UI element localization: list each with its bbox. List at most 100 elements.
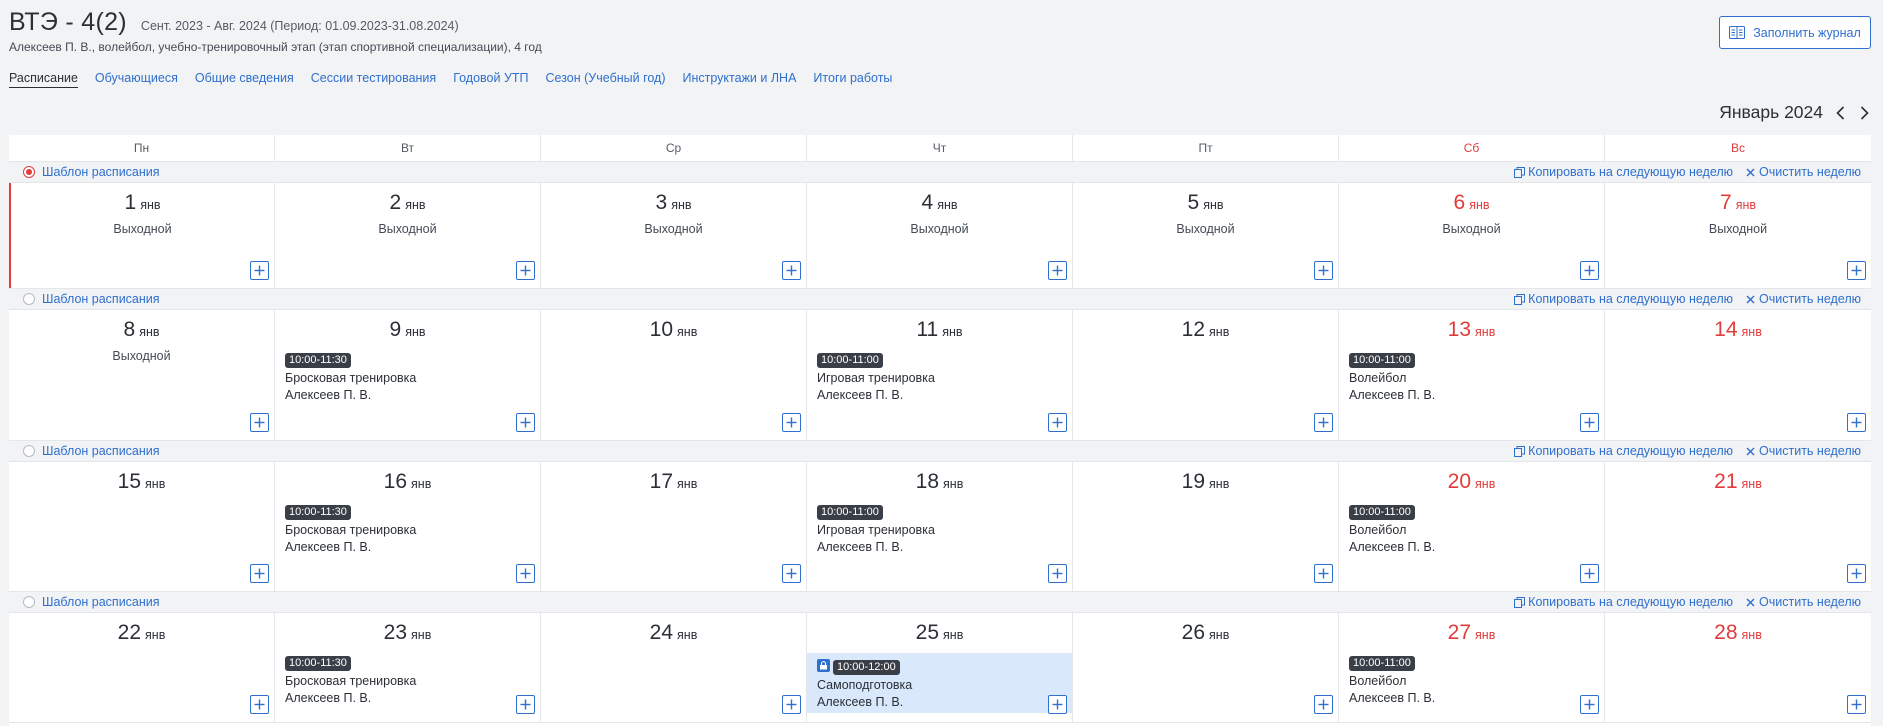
tab-general-info[interactable]: Общие сведения <box>195 71 294 88</box>
tab-results[interactable]: Итоги работы <box>813 71 892 88</box>
add-event-button[interactable] <box>1847 261 1866 280</box>
day-cell[interactable]: 24 янв <box>541 613 807 722</box>
copy-week-button[interactable]: Копировать на следующую неделю <box>1514 292 1733 306</box>
day-cell[interactable]: 13 янв 10:00-11:00 Волейбол Алексеев П. В. <box>1339 310 1605 440</box>
day-cell[interactable]: 21 янв <box>1605 462 1871 591</box>
day-off-label: Выходной <box>1442 222 1501 236</box>
clear-week-button[interactable]: Очистить неделю <box>1745 444 1861 458</box>
clear-week-button[interactable]: Очистить неделю <box>1745 292 1861 306</box>
add-event-button[interactable] <box>1048 695 1067 714</box>
schedule-event[interactable]: 10:00-11:00 Игровая тренировка Алексеев П.… <box>817 502 1062 554</box>
day-cell[interactable]: 4 янв Выходной <box>807 183 1073 288</box>
day-cell[interactable]: 16 янв 10:00-11:30 Бросковая тренировка Алек… <box>275 462 541 591</box>
day-cell[interactable]: 20 янв 10:00-11:00 Волейбол Алексеев П. В. <box>1339 462 1605 591</box>
add-event-button[interactable] <box>1314 695 1333 714</box>
day-cell[interactable]: 6 янв Выходной <box>1339 183 1605 288</box>
day-cell[interactable]: 15 янв <box>9 462 275 591</box>
day-cell[interactable]: 28 янв <box>1605 613 1871 722</box>
add-event-button[interactable] <box>782 695 801 714</box>
add-event-button[interactable] <box>1314 413 1333 432</box>
add-event-button[interactable] <box>782 261 801 280</box>
schedule-template-link[interactable]: Шаблон расписания <box>42 444 160 458</box>
add-event-button[interactable] <box>1314 564 1333 583</box>
day-cell[interactable]: 1 янв Выходной <box>9 183 275 288</box>
add-event-button[interactable] <box>516 261 535 280</box>
day-cell[interactable]: 5 янв Выходной <box>1073 183 1339 288</box>
add-event-button[interactable] <box>1847 695 1866 714</box>
schedule-event[interactable]: 10:00-11:30 Бросковая тренировка Алексеев … <box>285 502 530 554</box>
day-cell[interactable]: 18 янв 10:00-11:00 Игровая тренировка Алексе… <box>807 462 1073 591</box>
day-cell[interactable]: 19 янв <box>1073 462 1339 591</box>
next-month-button[interactable] <box>1857 105 1871 121</box>
add-event-button[interactable] <box>1580 413 1599 432</box>
day-cell[interactable]: 12 янв <box>1073 310 1339 440</box>
event-time-badge: 10:00-11:00 <box>817 505 883 520</box>
add-event-button[interactable] <box>1847 413 1866 432</box>
week-template-radio[interactable] <box>23 166 35 178</box>
day-cell[interactable]: 17 янв <box>541 462 807 591</box>
add-event-button[interactable] <box>1580 261 1599 280</box>
day-cell[interactable]: 10 янв <box>541 310 807 440</box>
day-cell[interactable]: 27 янв 10:00-11:00 Волейбол Алексеев П. В. <box>1339 613 1605 722</box>
clear-week-button[interactable]: Очистить неделю <box>1745 165 1861 179</box>
tab-schedule[interactable]: Расписание <box>9 71 78 88</box>
schedule-event[interactable]: 10:00-11:30 Бросковая тренировка Алексеев … <box>285 653 530 705</box>
add-event-button[interactable] <box>250 413 269 432</box>
tab-students[interactable]: Обучающиеся <box>95 71 178 88</box>
add-event-button[interactable] <box>516 695 535 714</box>
add-event-button[interactable] <box>516 564 535 583</box>
copy-week-button[interactable]: Копировать на следующую неделю <box>1514 165 1733 179</box>
add-event-button[interactable] <box>250 261 269 280</box>
schedule-event[interactable]: 10:00-11:00 Волейбол Алексеев П. В. <box>1349 502 1594 554</box>
prev-month-button[interactable] <box>1833 105 1847 121</box>
fill-journal-button[interactable]: Заполнить журнал <box>1719 16 1871 49</box>
tab-annual-plan[interactable]: Годовой УТП <box>453 71 528 88</box>
schedule-event[interactable]: 10:00-11:30 Бросковая тренировка Алексеев … <box>285 350 530 402</box>
add-event-button[interactable] <box>516 413 535 432</box>
schedule-event[interactable]: 10:00-11:00 Игровая тренировка Алексеев П.… <box>817 350 1062 402</box>
day-number: 16 <box>383 470 408 493</box>
day-cell[interactable]: 3 янв Выходной <box>541 183 807 288</box>
add-event-button[interactable] <box>782 413 801 432</box>
tab-testing-sessions[interactable]: Сессии тестирования <box>311 71 436 88</box>
schedule-event[interactable]: 10:00-12:00 Самоподготовка Алексеев П. В. <box>807 653 1072 713</box>
day-cell[interactable]: 26 янв <box>1073 613 1339 722</box>
tab-briefings[interactable]: Инструктажи и ЛНА <box>683 71 797 88</box>
schedule-template-link[interactable]: Шаблон расписания <box>42 292 160 306</box>
schedule-template-link[interactable]: Шаблон расписания <box>42 165 160 179</box>
copy-week-label: Копировать на следующую неделю <box>1528 444 1734 458</box>
day-number: 9 <box>389 318 402 341</box>
lock-icon <box>817 659 830 673</box>
add-event-button[interactable] <box>1580 695 1599 714</box>
add-event-button[interactable] <box>250 564 269 583</box>
event-trainer: Алексеев П. В. <box>817 540 904 554</box>
day-cell[interactable]: 2 янв Выходной <box>275 183 541 288</box>
add-event-button[interactable] <box>1847 564 1866 583</box>
week-template-radio[interactable] <box>23 293 35 305</box>
day-cell[interactable]: 23 янв 10:00-11:30 Бросковая тренировка Алек… <box>275 613 541 722</box>
schedule-event[interactable]: 10:00-11:00 Волейбол Алексеев П. В. <box>1349 653 1594 705</box>
add-event-button[interactable] <box>1580 564 1599 583</box>
day-cell[interactable]: 11 янв 10:00-11:00 Игровая тренировка Алексе… <box>807 310 1073 440</box>
day-cell[interactable]: 9 янв 10:00-11:30 Бросковая тренировка Алекс… <box>275 310 541 440</box>
add-event-button[interactable] <box>1048 564 1067 583</box>
day-cell[interactable]: 25 янв 10:00-12:00 Самоподготовка Алексеев П… <box>807 613 1073 722</box>
day-cell[interactable]: 22 янв <box>9 613 275 722</box>
add-event-button[interactable] <box>782 564 801 583</box>
day-cell[interactable]: 7 янв Выходной <box>1605 183 1871 288</box>
add-event-button[interactable] <box>1048 261 1067 280</box>
close-icon <box>1746 598 1755 606</box>
add-event-button[interactable] <box>1314 261 1333 280</box>
copy-week-button[interactable]: Копировать на следующую неделю <box>1514 444 1733 458</box>
week-template-radio[interactable] <box>23 445 35 457</box>
day-cell[interactable]: 8 янв Выходной <box>9 310 275 440</box>
schedule-template-link[interactable]: Шаблон расписания <box>42 595 160 609</box>
week-template-radio[interactable] <box>23 596 35 608</box>
copy-week-button[interactable]: Копировать на следующую неделю <box>1514 595 1733 609</box>
tab-season[interactable]: Сезон (Учебный год) <box>546 71 666 88</box>
day-cell[interactable]: 14 янв <box>1605 310 1871 440</box>
clear-week-button[interactable]: Очистить неделю <box>1745 595 1861 609</box>
schedule-event[interactable]: 10:00-11:00 Волейбол Алексеев П. В. <box>1349 350 1594 402</box>
add-event-button[interactable] <box>250 695 269 714</box>
add-event-button[interactable] <box>1048 413 1067 432</box>
